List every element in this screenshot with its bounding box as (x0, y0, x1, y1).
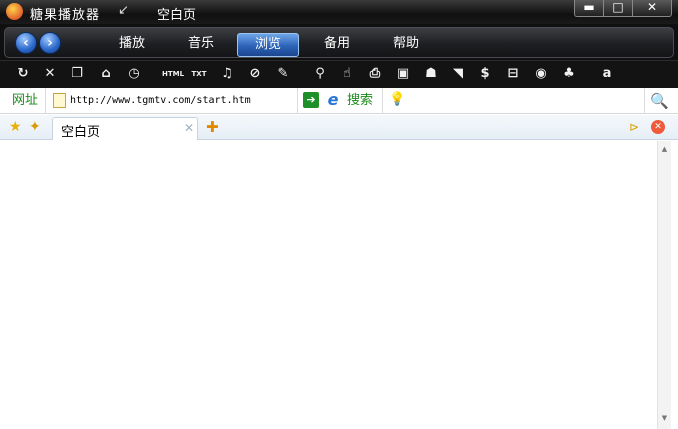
page-icon (53, 93, 66, 108)
divider (644, 88, 645, 113)
rss-icon[interactable]: ◥ (449, 65, 467, 83)
page-tab-bar: ★ ✦ 空白页 ✕ ✚ ⊳ ✕ (0, 115, 678, 140)
tab-backup[interactable]: 备用 (306, 33, 368, 57)
back-arrow-icon[interactable]: ‹ (15, 32, 37, 54)
page-tab-label: 空白页 (61, 125, 101, 140)
go-button[interactable]: ➔ (303, 92, 319, 108)
main-nav-bar: ‹ › 播放 音乐 浏览 备用 帮助 (0, 24, 678, 60)
image-icon[interactable]: ▣ (394, 65, 412, 83)
stop-icon[interactable]: ✕ (41, 65, 59, 83)
app-logo-icon (6, 3, 23, 20)
search-button[interactable]: 搜索 (347, 88, 373, 113)
main-nav-panel: ‹ › 播放 音乐 浏览 备用 帮助 (4, 27, 674, 58)
url-input[interactable] (70, 91, 292, 110)
users-icon[interactable]: ☗ (422, 65, 440, 83)
page-tab-blank[interactable]: 空白页 ✕ (52, 117, 198, 140)
search-input[interactable] (408, 91, 638, 110)
mini-mode-icon[interactable]: ↙ (118, 3, 129, 18)
title-bar[interactable]: 糖果播放器 ↙ 空白页 ▬ □ ✕ (0, 0, 678, 24)
address-label: 网址 (5, 88, 46, 113)
text-icon[interactable]: TXT (190, 65, 208, 83)
forward-arrow-icon[interactable]: › (39, 32, 61, 54)
soccer-icon[interactable]: ◉ (532, 65, 550, 83)
tools-icon[interactable]: ✎ (274, 65, 292, 83)
app-title: 糖果播放器 (30, 8, 101, 23)
vertical-scrollbar[interactable]: ▲ ▼ (657, 141, 671, 429)
page-find-icon[interactable]: ⎙ (366, 65, 384, 83)
tab-browse[interactable]: 浏览 (237, 33, 299, 57)
divider (297, 88, 298, 113)
music-icon[interactable]: ♫ (218, 65, 236, 83)
club-icon[interactable]: ♣ (560, 65, 578, 83)
history-icon[interactable]: ◷ (125, 65, 143, 83)
tab-list-icon[interactable]: ⊳ (629, 119, 639, 135)
scroll-down-icon[interactable]: ▼ (658, 413, 671, 423)
favorites-star-icon[interactable]: ★ (9, 119, 22, 135)
new-tab-icon[interactable]: ✚ (206, 119, 219, 135)
web-content-area[interactable] (0, 141, 657, 429)
ie-icon[interactable]: e (324, 91, 342, 109)
address-bar: 网址 ➔ e 搜索 💡 🔍 (0, 88, 678, 114)
hand-icon[interactable]: ☝ (338, 65, 356, 83)
cart-icon[interactable]: ⊟ (504, 65, 522, 83)
close-button[interactable]: ✕ (632, 0, 672, 17)
compass-icon[interactable]: ⊘ (246, 65, 264, 83)
copy-icon[interactable]: ❐ (68, 65, 86, 83)
divider (382, 88, 383, 113)
tab-help[interactable]: 帮助 (375, 33, 437, 57)
close-all-tabs-icon[interactable]: ✕ (651, 120, 665, 134)
tab-play[interactable]: 播放 (101, 33, 163, 57)
bulb-icon[interactable]: 💡 (389, 92, 405, 108)
amazon-icon[interactable]: a (598, 65, 616, 83)
dollar-icon[interactable]: $ (476, 65, 494, 83)
maximize-button[interactable]: □ (603, 0, 633, 17)
minimize-button[interactable]: ▬ (574, 0, 604, 17)
zoom-icon[interactable]: ⚲ (311, 65, 329, 83)
close-tab-icon[interactable]: ✕ (183, 121, 195, 135)
browser-toolbar: ↻ ✕ ❐ ⌂ ◷ HTML TXT ♫ ⊘ ✎ ⚲ ☝ ⎙ ▣ ☗ ◥ $ ⊟… (0, 60, 678, 88)
home-icon[interactable]: ⌂ (97, 65, 115, 83)
current-page-title: 空白页 (157, 8, 197, 23)
scroll-up-icon[interactable]: ▲ (658, 144, 671, 154)
refresh-icon[interactable]: ↻ (14, 65, 32, 83)
add-favorite-icon[interactable]: ✦ (29, 119, 41, 135)
search-icon[interactable]: 🔍 (650, 92, 669, 110)
html-icon[interactable]: HTML (162, 65, 184, 83)
window-edge (671, 141, 678, 429)
tab-music[interactable]: 音乐 (170, 33, 232, 57)
